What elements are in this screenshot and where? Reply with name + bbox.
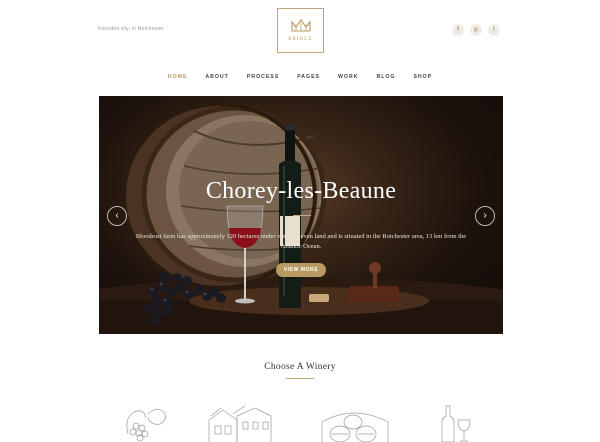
winery-sketches	[0, 404, 600, 442]
hero-description: Bloodrust farm has approximately 120 hec…	[135, 233, 467, 250]
facebook-icon[interactable]: f	[452, 24, 464, 36]
nav-item-work[interactable]: WORK	[329, 74, 367, 80]
pinterest-icon[interactable]: p	[470, 24, 482, 36]
nav-item-process[interactable]: PROCESS	[238, 74, 288, 80]
slider-next-icon[interactable]: ›	[475, 206, 495, 226]
header-tagline: Founded city, in Rotchester	[98, 26, 164, 32]
social-links: f p t	[452, 24, 500, 36]
bottles-sketch-icon[interactable]	[436, 404, 476, 442]
twitter-icon[interactable]: t	[488, 24, 500, 36]
hero-title: Chorey-les-Beaune	[205, 178, 397, 204]
crown-logo-icon	[290, 19, 311, 32]
section-title: Choose A Winery	[264, 362, 336, 372]
nav-item-pages[interactable]: PAGES	[288, 74, 329, 80]
main-nav: HOME ABOUT PROCESS PAGES WORK BLOG SHOP	[0, 74, 600, 80]
hero-divider	[293, 215, 311, 216]
view-more-button[interactable]: VIEW MORE	[276, 263, 326, 277]
barrels-sketch-icon[interactable]	[318, 404, 392, 442]
hero-slider: Chorey-les-Beaune Bloodrust farm has app…	[99, 96, 503, 334]
nav-item-home[interactable]: HOME	[159, 74, 197, 80]
nav-item-shop[interactable]: SHOP	[404, 74, 441, 80]
slider-prev-icon[interactable]: ‹	[107, 206, 127, 226]
nav-item-blog[interactable]: BLOG	[367, 74, 404, 80]
chateau-sketch-icon[interactable]	[205, 404, 275, 442]
vine-sketch-icon[interactable]	[118, 404, 170, 442]
section-divider	[286, 378, 314, 379]
site-logo[interactable]: BRIDGE	[277, 8, 324, 53]
nav-item-about[interactable]: ABOUT	[196, 74, 237, 80]
logo-text: BRIDGE	[288, 37, 313, 42]
